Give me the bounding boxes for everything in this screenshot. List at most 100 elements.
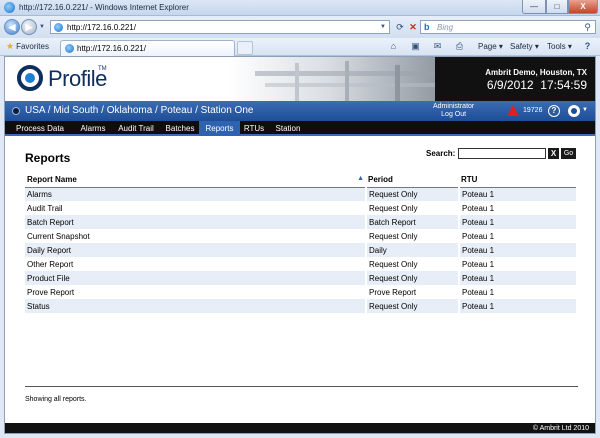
table-row[interactable]: Alarms Request Only Poteau 1 xyxy=(25,187,578,201)
table-row[interactable]: Other Report Request Only Poteau 1 xyxy=(25,257,578,271)
close-window-button[interactable]: X xyxy=(568,0,598,14)
cell-rtu: Poteau 1 xyxy=(459,271,578,285)
column-header-period[interactable]: Period xyxy=(366,173,459,188)
cell-report-name[interactable]: Alarms xyxy=(25,187,367,201)
minimize-button[interactable]: — xyxy=(522,0,546,14)
breadcrumb[interactable]: USA / Mid South / Oklahoma / Poteau / St… xyxy=(25,105,253,116)
favorites-button[interactable]: ★ Favorites xyxy=(6,41,49,52)
cell-rtu: Poteau 1 xyxy=(459,285,578,299)
sort-ascending-icon[interactable]: ▲ xyxy=(357,175,364,182)
mail-icon[interactable]: ✉ xyxy=(432,41,443,52)
menu-reports[interactable]: Reports xyxy=(199,121,240,136)
username: Administrator xyxy=(433,103,475,110)
menu-audit-trail[interactable]: Audit Trail xyxy=(111,121,161,136)
tools-menu[interactable]: Tools ▾ xyxy=(547,42,572,51)
cell-report-name[interactable]: Current Snapshot xyxy=(25,229,367,243)
window-title: http://172.16.0.221/ - Windows Internet … xyxy=(19,3,189,12)
table-row[interactable]: Current Snapshot Request Only Poteau 1 xyxy=(25,229,578,243)
table-status: Showing all reports. xyxy=(25,396,87,403)
cell-report-name[interactable]: Status xyxy=(25,299,367,313)
current-time: 17:54:59 xyxy=(540,78,587,92)
tab-title: http://172.16.0.221/ xyxy=(77,44,146,53)
url-dropdown-icon[interactable]: ▼ xyxy=(380,24,386,30)
cell-report-name[interactable]: Daily Report xyxy=(25,243,367,257)
ie-icon xyxy=(4,2,15,13)
table-row[interactable]: Product File Request Only Poteau 1 xyxy=(25,271,578,285)
settings-dropdown-icon[interactable]: ▼ xyxy=(582,107,588,113)
settings-icon[interactable] xyxy=(568,105,580,117)
cell-report-name[interactable]: Other Report xyxy=(25,257,367,271)
date-time: 6/9/2012 17:54:59 xyxy=(487,78,587,92)
alarm-count[interactable]: 19726 xyxy=(523,107,542,114)
copyright-text: © Ambrit Ltd 2010 xyxy=(532,425,589,432)
window-titlebar: http://172.16.0.221/ - Windows Internet … xyxy=(0,0,600,16)
reports-table: Report Name ▲ Period RTU Alarms Request On… xyxy=(25,173,578,313)
help-icon[interactable]: ? xyxy=(548,105,560,117)
user-panel: Administrator Log Out xyxy=(433,103,474,119)
table-row[interactable]: Audit Trail Request Only Poteau 1 xyxy=(25,201,578,215)
location-icon[interactable] xyxy=(12,107,20,115)
report-search-input[interactable] xyxy=(458,148,546,159)
cell-period: Request Only xyxy=(366,201,460,215)
cell-period: Prove Report xyxy=(366,285,460,299)
table-row[interactable]: Status Request Only Poteau 1 xyxy=(25,299,578,313)
menu-batches[interactable]: Batches xyxy=(161,121,199,136)
page-menu[interactable]: Page ▾ xyxy=(478,42,503,51)
help-menu-icon[interactable]: ? xyxy=(582,41,593,52)
menu-rtus[interactable]: RTUs xyxy=(240,121,268,136)
search-icon[interactable]: ⚲ xyxy=(584,22,591,33)
cell-period: Batch Report xyxy=(366,215,460,229)
main-menu: Process Data Alarms Audit Trail Batches … xyxy=(5,121,595,136)
forward-button[interactable]: ▶ xyxy=(21,19,37,35)
url-text: http://172.16.0.221/ xyxy=(67,23,136,32)
feeds-icon[interactable]: ▣ xyxy=(410,41,421,52)
column-header-rtu[interactable]: RTU xyxy=(459,173,577,188)
cell-report-name[interactable]: Prove Report xyxy=(25,285,367,299)
history-dropdown-icon[interactable]: ▼ xyxy=(39,24,45,30)
home-icon[interactable]: ⌂ xyxy=(388,41,399,52)
table-row[interactable]: Prove Report Prove Report Poteau 1 xyxy=(25,285,578,299)
safety-menu[interactable]: Safety ▾ xyxy=(510,42,539,51)
cell-rtu: Poteau 1 xyxy=(459,215,578,229)
menu-alarms[interactable]: Alarms xyxy=(75,121,111,136)
bing-icon: b xyxy=(424,22,430,32)
cell-report-name[interactable]: Product File xyxy=(25,271,367,285)
new-tab-button[interactable] xyxy=(237,41,253,55)
column-header-report-name[interactable]: Report Name ▲ xyxy=(25,173,366,188)
table-row[interactable]: Daily Report Daily Poteau 1 xyxy=(25,243,578,257)
app-frame: Profile TM Ambrit Demo, Houston, TX 6/9/… xyxy=(4,56,596,434)
logout-link[interactable]: Log Out xyxy=(433,111,474,119)
alarm-warning-icon[interactable] xyxy=(507,105,519,116)
app-header: Profile TM Ambrit Demo, Houston, TX 6/9/… xyxy=(5,57,595,101)
cell-rtu: Poteau 1 xyxy=(459,299,578,313)
pipeline-graphic xyxy=(255,61,435,101)
stop-icon[interactable]: ✕ xyxy=(406,20,420,34)
logo-trademark: TM xyxy=(98,66,107,72)
cell-period: Request Only xyxy=(366,257,460,271)
cell-period: Daily xyxy=(366,243,460,257)
cell-period: Request Only xyxy=(366,229,460,243)
refresh-icon[interactable]: ⟳ xyxy=(393,20,407,34)
favorites-label: Favorites xyxy=(16,42,49,51)
header-info-panel: Ambrit Demo, Houston, TX 6/9/2012 17:54:… xyxy=(435,57,595,101)
maximize-button[interactable]: □ xyxy=(546,0,568,14)
search-placeholder: Bing xyxy=(437,23,454,32)
browser-tab[interactable]: http://172.16.0.221/ xyxy=(60,40,235,56)
current-date: 6/9/2012 xyxy=(486,78,534,92)
menu-station[interactable]: Station xyxy=(268,121,308,136)
cell-rtu: Poteau 1 xyxy=(459,243,578,257)
print-icon[interactable]: ⎙ xyxy=(454,41,465,52)
go-button[interactable]: Go xyxy=(561,148,576,159)
table-row[interactable]: Batch Report Batch Report Poteau 1 xyxy=(25,215,578,229)
clear-search-button[interactable]: X xyxy=(548,148,559,159)
menu-process-data[interactable]: Process Data xyxy=(5,121,75,136)
profile-logo-icon xyxy=(17,65,43,91)
cell-report-name[interactable]: Audit Trail xyxy=(25,201,367,215)
cell-period: Request Only xyxy=(366,187,460,201)
url-field[interactable]: http://172.16.0.221/ ▼ xyxy=(50,20,390,34)
back-button[interactable]: ◀ xyxy=(4,19,20,35)
cell-rtu: Poteau 1 xyxy=(459,229,578,243)
search-field[interactable]: b Bing ⚲ xyxy=(420,20,596,34)
table-header-row: Report Name ▲ Period RTU xyxy=(25,173,577,188)
cell-report-name[interactable]: Batch Report xyxy=(25,215,367,229)
